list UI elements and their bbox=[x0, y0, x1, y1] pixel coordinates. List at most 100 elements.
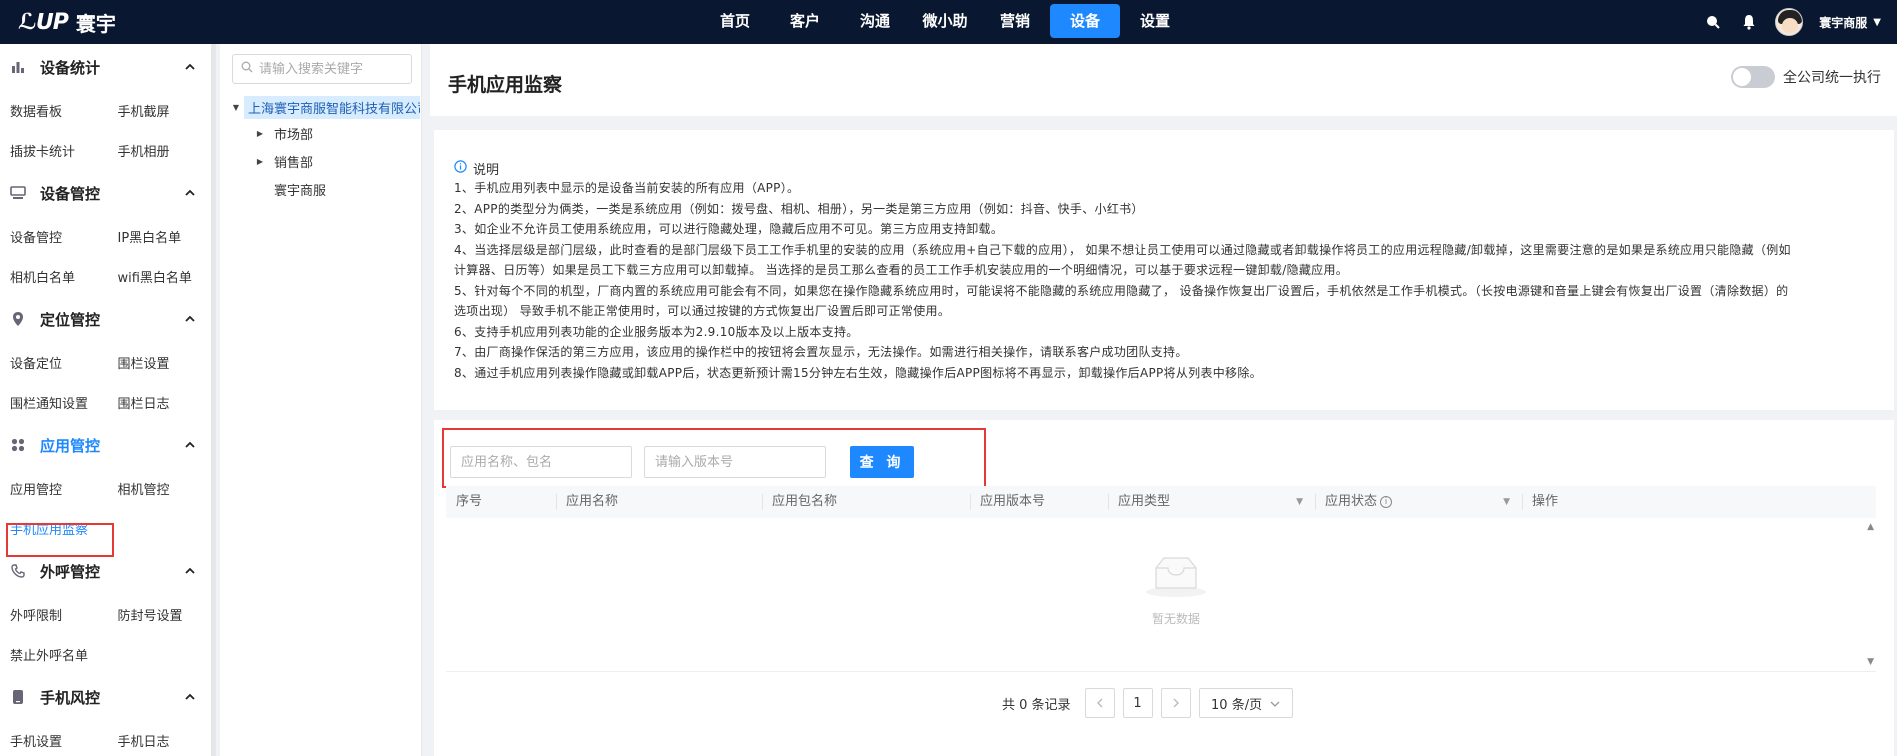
top-bar: ℒᑌP 寰宇 首页 客户 沟通 微小助 营销 设备 设置 寰宇商服 ▼ bbox=[0, 0, 1897, 44]
bar-chart-icon bbox=[10, 59, 26, 75]
phone-risk-icon bbox=[10, 689, 26, 705]
column-header-version: 应用版本号 bbox=[970, 486, 1108, 518]
toggle-switch[interactable] bbox=[1731, 66, 1775, 88]
sidebar-item-wifi-list[interactable]: wifi黑白名单 bbox=[108, 267, 216, 286]
scroll-up-icon[interactable]: ▲ bbox=[1867, 522, 1874, 532]
scroll-down-icon[interactable]: ▼ bbox=[1867, 657, 1874, 667]
main-content: 手机应用监察 全公司统一执行 说明 1、手机应用列表中显示的是设备当前安装的所有… bbox=[430, 44, 1897, 756]
nav-devices[interactable]: 设备 bbox=[1050, 4, 1120, 38]
chevron-up-icon bbox=[185, 564, 195, 579]
app-list-panel: 查 询 序号 应用名称 应用包名称 应用版本号 应用类型 ▼ 应用状态i ▼ 操… bbox=[434, 420, 1894, 756]
app-name-input[interactable] bbox=[450, 446, 632, 478]
description-line: 8、通过手机应用列表操作隐藏或卸载APP后，状态更新预计需15分钟左右生效，隐藏… bbox=[454, 365, 1262, 380]
description-line: 3、如企业不允许员工使用系统应用，可以进行隐藏处理，隐藏后应用不可见。第三方应用… bbox=[454, 222, 1004, 236]
sidebar-item-sim-stats[interactable]: 插拔卡统计 bbox=[0, 141, 108, 160]
sidebar-item-phone-log[interactable]: 手机日志 bbox=[108, 731, 216, 750]
column-header-actions: 操作 bbox=[1522, 486, 1876, 518]
nav-home[interactable]: 首页 bbox=[700, 4, 770, 38]
avatar[interactable] bbox=[1775, 8, 1804, 36]
sidebar-group-app-control[interactable]: 应用管控 bbox=[0, 422, 215, 468]
nav-communication[interactable]: 沟通 bbox=[840, 4, 910, 38]
sidebar-item-screenshot[interactable]: 手机截屏 bbox=[108, 101, 216, 120]
total-count: 共 0 条记录 bbox=[1002, 697, 1071, 713]
sidebar-item-device-control[interactable]: 设备管控 bbox=[0, 227, 108, 246]
sidebar-item-device-location[interactable]: 设备定位 bbox=[0, 353, 108, 372]
column-header-label: 应用类型 bbox=[1118, 494, 1171, 509]
caret-down-icon[interactable]: ▼ bbox=[228, 103, 244, 112]
description-line: 计算器、日历等）如果是员工下载三方应用可以卸载掉。 当选择的是员工那么查看的员工… bbox=[454, 263, 1349, 277]
device-icon bbox=[10, 185, 26, 201]
description-line: 4、当选择层级是部门层级，此时查看的是部门层级下员工工作手机里的安装的应用（系统… bbox=[454, 242, 1791, 257]
user-name[interactable]: 寰宇商服 bbox=[1819, 14, 1867, 31]
org-tree-panel: ▼ 上海寰宇商服智能科技有限公司 ▶ 市场部 ▶ 销售部 寰宇商服 bbox=[220, 44, 422, 756]
sidebar-item-outbound-limit[interactable]: 外呼限制 bbox=[0, 605, 108, 624]
tree-node-label[interactable]: 销售部 bbox=[274, 152, 313, 171]
query-button[interactable]: 查 询 bbox=[850, 446, 914, 478]
sidebar-item-call-blocklist[interactable]: 禁止外呼名单 bbox=[0, 645, 108, 664]
chevron-down-icon bbox=[1270, 696, 1280, 711]
sidebar-item-phone-settings[interactable]: 手机设置 bbox=[0, 731, 108, 750]
brand-logo[interactable]: ℒᑌP 寰宇 bbox=[18, 8, 116, 36]
column-header-app-status[interactable]: 应用状态 i ▼ bbox=[1315, 486, 1522, 518]
empty-text: 暂无数据 bbox=[1151, 612, 1200, 626]
apps-icon bbox=[10, 437, 26, 453]
sidebar-group-device-control[interactable]: 设备管控 bbox=[0, 170, 215, 216]
logo-mark: ℒᑌP bbox=[18, 9, 69, 35]
company-wide-toggle[interactable]: 全公司统一执行 bbox=[1731, 66, 1881, 88]
prev-page-button[interactable] bbox=[1084, 688, 1115, 718]
tree-node-huanyu[interactable]: 寰宇商服 bbox=[274, 178, 326, 200]
tree-node-label[interactable]: 寰宇商服 bbox=[274, 180, 326, 199]
search-icon bbox=[241, 61, 253, 77]
tree-node-marketing[interactable]: ▶ 市场部 bbox=[252, 122, 313, 144]
page-title: 手机应用监察 bbox=[448, 74, 563, 96]
tree-node-label[interactable]: 市场部 bbox=[274, 124, 313, 143]
version-input[interactable] bbox=[644, 446, 826, 478]
column-header-app-type[interactable]: 应用类型 ▼ bbox=[1108, 486, 1315, 518]
filter-caret-icon[interactable]: ▼ bbox=[1296, 486, 1303, 518]
chevron-up-icon bbox=[185, 438, 195, 453]
sidebar-item-camera-whitelist[interactable]: 相机白名单 bbox=[0, 267, 108, 286]
sidebar-item-album[interactable]: 手机相册 bbox=[108, 141, 216, 160]
nav-settings[interactable]: 设置 bbox=[1120, 4, 1190, 38]
chevron-up-icon bbox=[185, 60, 195, 75]
sidebar-item-fence-log[interactable]: 围栏日志 bbox=[108, 393, 216, 412]
sidebar-item-anti-ban[interactable]: 防封号设置 bbox=[108, 605, 216, 624]
caret-right-icon[interactable]: ▶ bbox=[252, 157, 268, 166]
sidebar-group-title: 定位管控 bbox=[40, 310, 101, 329]
brand-name: 寰宇 bbox=[75, 11, 116, 36]
page-number-button[interactable]: 1 bbox=[1122, 688, 1153, 718]
selection-highlight bbox=[6, 523, 114, 557]
tree-search-box[interactable] bbox=[232, 54, 412, 84]
sidebar-group-location[interactable]: 定位管控 bbox=[0, 296, 215, 342]
sidebar-item-ip-list[interactable]: IP黑白名单 bbox=[108, 227, 216, 246]
tree-search-input[interactable] bbox=[259, 61, 399, 77]
sidebar-item-fence-notify[interactable]: 围栏通知设置 bbox=[0, 393, 108, 412]
nav-assistant[interactable]: 微小助 bbox=[910, 4, 980, 38]
sidebar-item-fence-settings[interactable]: 围栏设置 bbox=[108, 353, 216, 372]
sidebar-group-title: 设备统计 bbox=[40, 58, 101, 77]
sidebar-group-device-stats[interactable]: 设备统计 bbox=[0, 44, 215, 90]
nav-customers[interactable]: 客户 bbox=[770, 4, 840, 38]
search-icon[interactable] bbox=[1703, 12, 1723, 32]
column-header-index: 序号 bbox=[456, 494, 483, 509]
sidebar-item-app-control[interactable]: 应用管控 bbox=[0, 479, 108, 498]
description-line: 6、支持手机应用列表功能的企业服务版本为2.9.10版本及以上版本支持。 bbox=[454, 324, 859, 339]
tree-node-sales[interactable]: ▶ 销售部 bbox=[252, 150, 313, 172]
description-line: 7、由厂商操作保活的第三方应用，该应用的操作栏中的按钮将会置灰显示，无法操作。如… bbox=[454, 345, 1188, 359]
bell-icon[interactable] bbox=[1739, 12, 1759, 32]
tree-node-root[interactable]: ▼ 上海寰宇商服智能科技有限公司 bbox=[228, 95, 420, 119]
sidebar-item-camera-control[interactable]: 相机管控 bbox=[108, 479, 216, 498]
chevron-down-icon[interactable]: ▼ bbox=[1873, 17, 1881, 28]
chevron-up-icon bbox=[185, 690, 195, 705]
tree-node-label[interactable]: 上海寰宇商服智能科技有限公司 bbox=[244, 95, 420, 119]
sidebar-item-dashboard[interactable]: 数据看板 bbox=[0, 101, 108, 120]
nav-marketing[interactable]: 营销 bbox=[980, 4, 1050, 38]
page-size-select[interactable]: 10 条/页 bbox=[1198, 688, 1293, 718]
filter-caret-icon[interactable]: ▼ bbox=[1503, 486, 1510, 518]
caret-right-icon[interactable]: ▶ bbox=[252, 129, 268, 138]
location-icon bbox=[10, 311, 26, 327]
info-icon[interactable]: i bbox=[1380, 495, 1393, 508]
description-line: 5、针对每个不同的机型，厂商内置的系统应用可能会有不同，如果您在操作隐藏系统应用… bbox=[454, 283, 1789, 298]
sidebar-group-phone-risk[interactable]: 手机风控 bbox=[0, 674, 215, 720]
next-page-button[interactable] bbox=[1160, 688, 1191, 718]
